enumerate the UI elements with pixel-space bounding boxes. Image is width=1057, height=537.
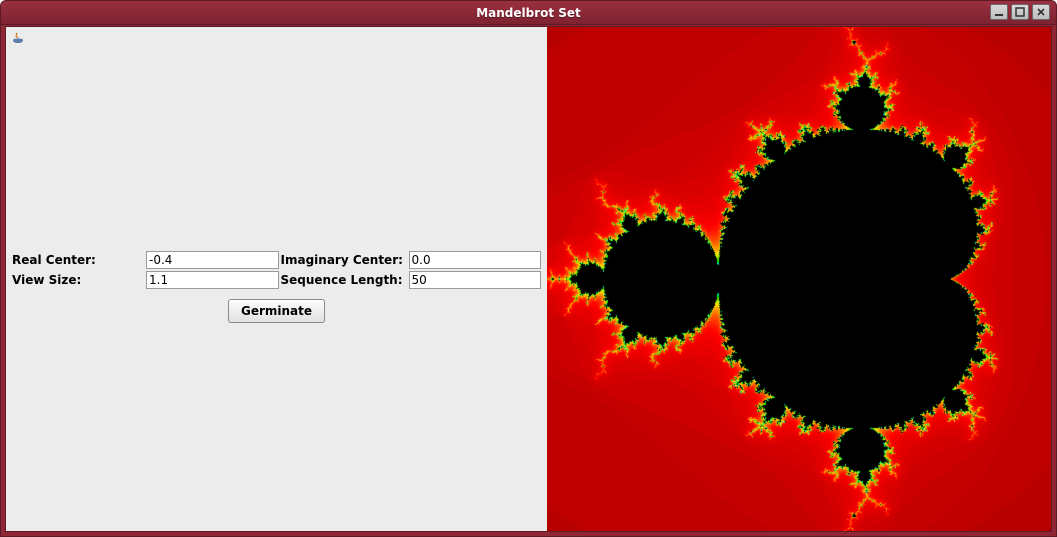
sequence-length-label: Sequence Length: xyxy=(281,273,407,287)
maximize-button[interactable] xyxy=(1011,4,1029,20)
client-area: Real Center: Imaginary Center: View Size… xyxy=(5,26,1052,532)
render-pane xyxy=(547,27,1051,531)
controls-pane: Real Center: Imaginary Center: View Size… xyxy=(6,27,547,531)
window-title: Mandelbrot Set xyxy=(476,6,581,20)
parameter-form: Real Center: Imaginary Center: View Size… xyxy=(12,251,541,289)
sequence-length-input[interactable] xyxy=(409,271,542,289)
real-center-label: Real Center: xyxy=(12,253,144,267)
action-row: Germinate xyxy=(6,299,547,323)
imaginary-center-label: Imaginary Center: xyxy=(281,253,407,267)
mandelbrot-canvas[interactable] xyxy=(547,27,1051,531)
minimize-button[interactable] xyxy=(990,4,1008,20)
real-center-input[interactable] xyxy=(146,251,279,269)
java-icon xyxy=(10,31,26,47)
close-icon xyxy=(1036,7,1046,17)
window-controls xyxy=(990,4,1050,20)
germinate-button[interactable]: Germinate xyxy=(228,299,325,323)
maximize-icon xyxy=(1015,7,1025,17)
imaginary-center-input[interactable] xyxy=(409,251,542,269)
window-root: Mandelbrot Set xyxy=(0,0,1057,537)
view-size-label: View Size: xyxy=(12,273,144,287)
view-size-input[interactable] xyxy=(146,271,279,289)
titlebar[interactable]: Mandelbrot Set xyxy=(1,1,1056,25)
minimize-icon xyxy=(994,7,1004,17)
close-button[interactable] xyxy=(1032,4,1050,20)
